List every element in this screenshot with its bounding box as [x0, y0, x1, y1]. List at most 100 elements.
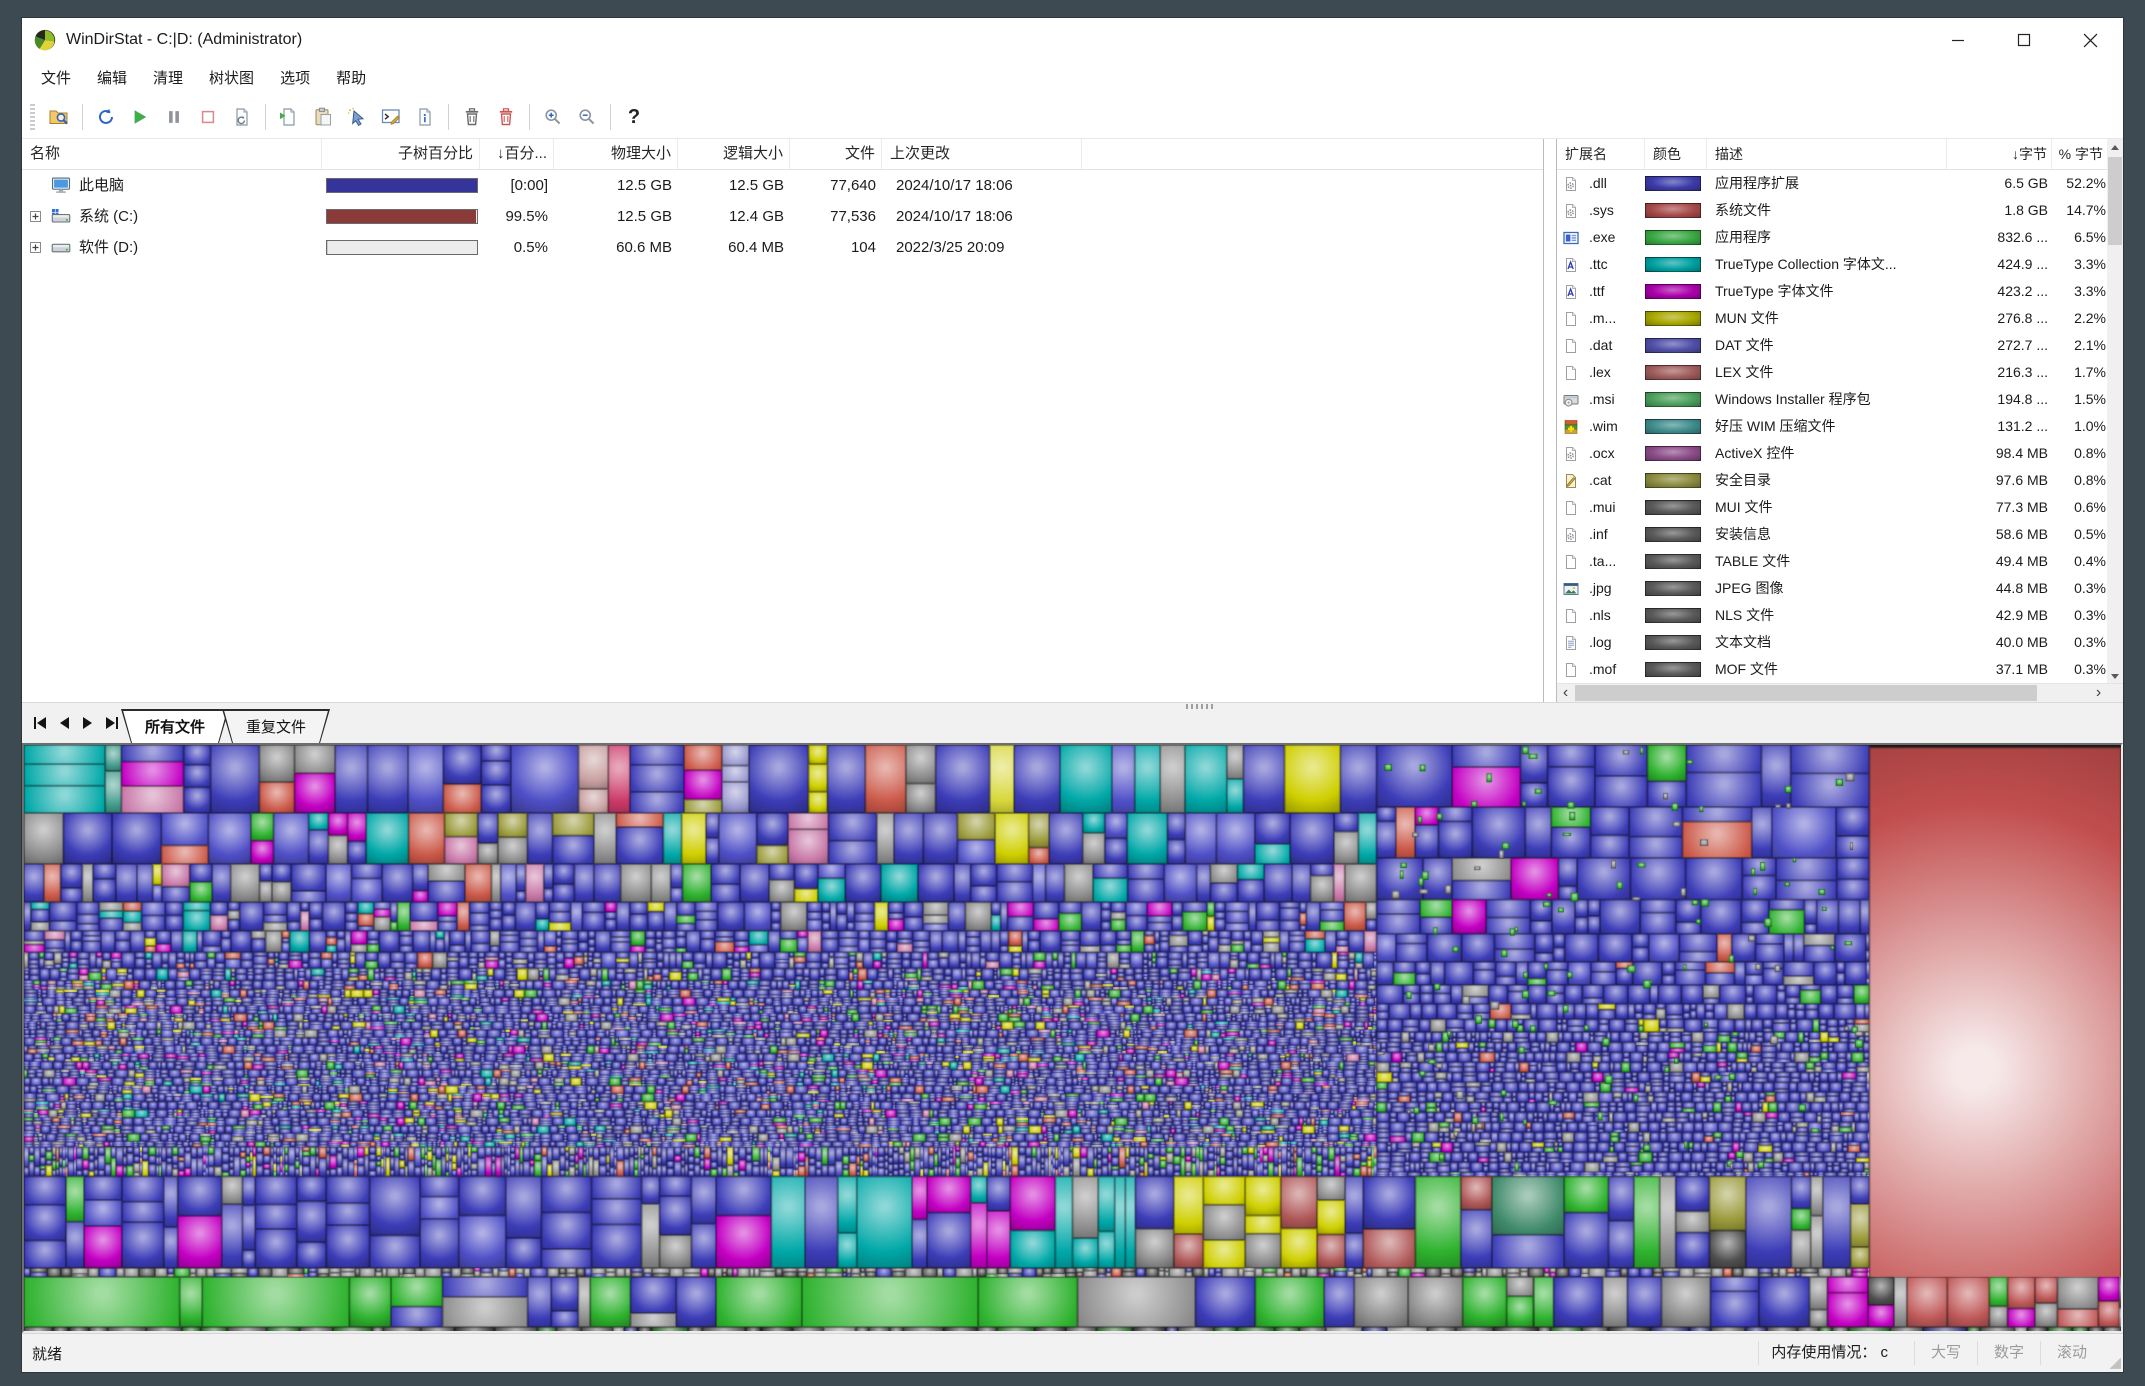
expand-icon[interactable] — [30, 242, 41, 253]
help-button[interactable]: ? — [617, 101, 651, 133]
menu-item-4[interactable]: 选项 — [267, 62, 323, 96]
paste-button[interactable] — [306, 101, 340, 133]
tree-column-header-5[interactable]: 文件 — [790, 139, 882, 169]
extension-row[interactable]: .inf 安装信息 58.6 MB 0.5% — [1557, 521, 2123, 548]
open-in-explorer-button[interactable] — [340, 101, 374, 133]
extension-bytes-percent: 2.1% — [2074, 337, 2106, 353]
tree-row[interactable]: 软件 (D:) 0.5% 60.6 MB 60.4 MB 104 2022/3/25 20… — [22, 232, 1543, 263]
extension-row[interactable]: .ta... TABLE 文件 49.4 MB 0.4% — [1557, 548, 2123, 575]
zoom-out-button[interactable] — [570, 101, 604, 133]
tree-column-header-0[interactable]: 名称 — [22, 139, 322, 169]
page-icon — [1563, 365, 1583, 381]
expand-icon[interactable] — [30, 211, 41, 222]
extension-row[interactable]: .mof MOF 文件 37.1 MB 0.3% — [1557, 656, 2123, 683]
command-prompt-button[interactable] — [374, 101, 408, 133]
menu-item-0[interactable]: 文件 — [28, 62, 84, 96]
extension-vertical-scrollbar[interactable] — [2107, 139, 2123, 684]
extension-column-header-4[interactable]: % 字节 — [2052, 139, 2108, 169]
treemap-view[interactable] — [22, 743, 2123, 1333]
extension-row[interactable]: .m... MUN 文件 276.8 ... 2.2% — [1557, 305, 2123, 332]
minimize-button[interactable] — [1925, 18, 1991, 62]
drive-icon — [51, 240, 71, 255]
tab-duplicate-files[interactable]: 重复文件 — [222, 709, 330, 743]
tree-column-header-4[interactable]: 逻辑大小 — [678, 139, 790, 169]
tree-row[interactable]: 系统 (C:) 99.5% 12.5 GB 12.4 GB 77,536 2024/10/… — [22, 201, 1543, 232]
extension-row[interactable]: .lex LEX 文件 216.3 ... 1.7% — [1557, 359, 2123, 386]
color-swatch — [1645, 311, 1701, 326]
extension-row[interactable]: .dat DAT 文件 272.7 ... 2.1% — [1557, 332, 2123, 359]
extension-row[interactable]: .sys 系统文件 1.8 GB 14.7% — [1557, 197, 2123, 224]
text-file-icon — [1563, 635, 1583, 651]
previous-page-button[interactable] — [60, 717, 69, 729]
extension-row[interactable]: .wim 好压 WIM 压缩文件 131.2 ... 1.0% — [1557, 413, 2123, 440]
scroll-right-icon[interactable]: › — [2090, 684, 2107, 702]
extension-row[interactable]: .cat 安全目录 97.6 MB 0.8% — [1557, 467, 2123, 494]
extension-column-header-1[interactable]: 颜色 — [1645, 139, 1707, 169]
tab-label: 所有文件 — [123, 711, 227, 744]
extension-column-header-2[interactable]: 描述 — [1707, 139, 1947, 169]
resume-button[interactable] — [123, 101, 157, 133]
extension-description: MOF 文件 — [1715, 661, 1778, 677]
last-page-button[interactable] — [106, 717, 118, 729]
maximize-button[interactable] — [1991, 18, 2057, 62]
refresh-selected-button[interactable] — [225, 101, 259, 133]
first-page-button[interactable] — [34, 717, 46, 729]
menu-item-5[interactable]: 帮助 — [323, 62, 379, 96]
zoom-out-icon — [577, 107, 597, 127]
scroll-down-icon[interactable] — [2107, 668, 2123, 684]
delete-to-recycle-button[interactable] — [455, 101, 489, 133]
extension-row[interactable]: .dll 应用程序扩展 6.5 GB 52.2% — [1557, 170, 2123, 197]
extension-column-header-3[interactable]: ↓字节 — [1947, 139, 2052, 169]
horizontal-splitter-grip[interactable] — [1186, 704, 1216, 709]
tree-column-header-6[interactable]: 上次更改 — [882, 139, 1082, 169]
toolbar-separator — [265, 104, 266, 130]
extension-row[interactable]: .nls NLS 文件 42.9 MB 0.3% — [1557, 602, 2123, 629]
tabs: 所有文件 重复文件 — [128, 709, 330, 743]
extension-bytes-percent: 0.4% — [2074, 553, 2106, 569]
pause-button[interactable] — [157, 101, 191, 133]
tree-column-header-3[interactable]: 物理大小 — [554, 139, 678, 169]
menu-item-1[interactable]: 编辑 — [84, 62, 140, 96]
horizontal-scroll-thumb[interactable] — [1575, 685, 2037, 701]
extension-bytes: 832.6 ... — [1997, 229, 2048, 245]
delete-permanently-button[interactable] — [489, 101, 523, 133]
tab-all-files[interactable]: 所有文件 — [121, 709, 229, 743]
tab-bar: 所有文件 重复文件 — [22, 702, 2123, 743]
tree-column-header-2[interactable]: ↓百分... — [480, 139, 554, 169]
stop-button[interactable] — [191, 101, 225, 133]
extension-row[interactable]: .ttf TrueType 字体文件 423.2 ... 3.3% — [1557, 278, 2123, 305]
extension-row[interactable]: .mui MUI 文件 77.3 MB 0.6% — [1557, 494, 2123, 521]
treemap-canvas[interactable] — [24, 745, 2121, 1331]
extension-description: 应用程序扩展 — [1715, 175, 1799, 191]
toolbar-separator — [529, 104, 530, 130]
copy-path-button[interactable] — [272, 101, 306, 133]
menu-item-3[interactable]: 树状图 — [196, 62, 267, 96]
extension-row[interactable]: .log 文本文档 40.0 MB 0.3% — [1557, 629, 2123, 656]
extension-row[interactable]: .ttc TrueType Collection 字体文... 424.9 ... 3… — [1557, 251, 2123, 278]
refresh-all-button[interactable] — [89, 101, 123, 133]
tree-row[interactable]: 此电脑 [0:00] 12.5 GB 12.5 GB 77,640 2024/10/17 … — [22, 170, 1543, 201]
zoom-in-button[interactable] — [536, 101, 570, 133]
extension-horizontal-scrollbar[interactable]: ‹ › — [1557, 683, 2123, 702]
extension-row[interactable]: .msi Windows Installer 程序包 194.8 ... 1.5% — [1557, 386, 2123, 413]
toolbar-grip[interactable] — [30, 104, 35, 130]
extension-bytes: 131.2 ... — [1997, 418, 2048, 434]
title-bar[interactable]: WinDirStat - C:|D: (Administrator) — [22, 18, 2123, 62]
gear-page-icon — [1563, 176, 1583, 192]
extension-column-header-0[interactable]: 扩展名 — [1557, 139, 1645, 169]
scroll-left-icon[interactable]: ‹ — [1557, 684, 1574, 702]
extension-row[interactable]: .ocx ActiveX 控件 98.4 MB 0.8% — [1557, 440, 2123, 467]
extension-row[interactable]: .exe 应用程序 832.6 ... 6.5% — [1557, 224, 2123, 251]
tree-column-header-1[interactable]: 子树百分比 — [322, 139, 480, 169]
scroll-up-icon[interactable] — [2107, 139, 2123, 155]
panel-splitter[interactable] — [1544, 139, 1556, 702]
menu-item-2[interactable]: 清理 — [140, 62, 196, 96]
close-button[interactable] — [2057, 18, 2123, 62]
resize-grip[interactable]: ◢ — [2103, 1334, 2123, 1372]
vertical-scroll-thumb[interactable] — [2108, 157, 2122, 245]
properties-button[interactable] — [408, 101, 442, 133]
open-report-button[interactable] — [42, 101, 76, 133]
extension-row[interactable]: .jpg JPEG 图像 44.8 MB 0.3% — [1557, 575, 2123, 602]
tree-cell-physical: 12.5 GB — [616, 208, 672, 225]
next-page-button[interactable] — [83, 717, 92, 729]
